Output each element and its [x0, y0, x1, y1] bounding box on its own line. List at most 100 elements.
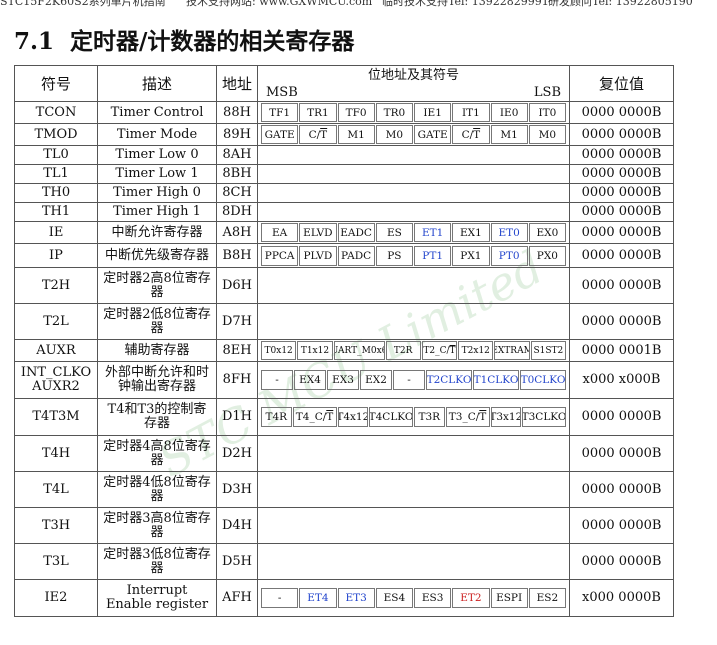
register-bits: [257, 145, 570, 165]
bit-field: T2R: [385, 341, 421, 360]
register-address: D5H: [216, 543, 258, 580]
bit-field: EX4: [294, 370, 326, 390]
table-row: TL1 Timer Low 1 8BH 0000 0000B: [14, 164, 674, 184]
bit-name: PT0: [498, 249, 520, 262]
bit-field: M1: [337, 125, 375, 144]
bit-name: EX0: [536, 226, 559, 239]
bit-field: M0: [375, 125, 413, 144]
bit-field: TR1: [299, 103, 337, 122]
bit-field: EXTRAM: [494, 341, 530, 360]
register-bits: [257, 507, 570, 544]
register-bits: - ET4 ET3 ES4 ES3 ET2 ESPI ES2: [257, 579, 570, 617]
bit-name: EX4: [299, 374, 321, 386]
register-reset-value: 0000 0000B: [569, 543, 674, 580]
register-description: 辅助寄存器: [97, 339, 217, 362]
bit-name: T0CLKO: [520, 374, 566, 386]
bit-name: ET4: [307, 592, 329, 604]
bit-field: S1ST2: [530, 341, 567, 360]
table-row: T3H 定时器3高8位寄存器 D4H 0000 0000B: [14, 507, 674, 544]
register-address: A8H: [216, 221, 258, 244]
bit-field: ET4: [299, 588, 337, 608]
bit-field-row: GATE C/T M1 M0 GATE C/T M1 M0: [259, 125, 569, 145]
bit-name: EA: [272, 226, 288, 239]
bit-field: T4_C/T: [292, 407, 337, 427]
table-row: IE2 Interrupt Enable register AFH - ET4 ET3 ES…: [14, 579, 674, 617]
bit-name: TF0: [345, 106, 367, 119]
bit-field: PS: [375, 245, 413, 266]
bit-field: T4CLKO: [369, 407, 413, 427]
bit-name: C/: [308, 128, 321, 141]
bit-field: -: [261, 588, 299, 608]
register-bits: GATE C/T M1 M0 GATE C/T M1 M0: [257, 123, 570, 146]
register-symbol: TCON: [14, 101, 98, 124]
register-reset-value: 0000 0000B: [569, 471, 674, 508]
bit-field: GATE: [414, 125, 452, 144]
bit-name: PX1: [460, 249, 482, 262]
register-reset-value: x000 x000B: [569, 361, 674, 399]
bit-field: PLVD: [299, 245, 337, 266]
bit-field: PT0: [490, 245, 528, 266]
register-address: AFH: [216, 579, 258, 617]
bit-field: ESPI: [490, 588, 528, 608]
bit-field-row: PPCA PLVD PADC PS PT1 PX1 PT0 PX0: [259, 245, 569, 267]
register-symbol: T4H: [14, 435, 98, 472]
bit-name: PS: [387, 249, 402, 262]
bit-field: ET0: [490, 223, 528, 242]
header-doc-title: STC15F2K60S2系列单片机指南: [0, 0, 166, 8]
bit-name: PPCA: [264, 249, 295, 262]
register-reset-value: 0000 0000B: [569, 267, 674, 304]
header-description: 描述: [97, 65, 217, 102]
bit-field: EX2: [360, 370, 392, 390]
bit-name: T3x12: [490, 411, 522, 423]
table-row: T2H 定时器2高8位寄存器 D6H 0000 0000B: [14, 267, 674, 304]
register-reset-value: 0000 0000B: [569, 507, 674, 544]
bit-name: IE1: [423, 106, 442, 119]
register-address: D4H: [216, 507, 258, 544]
bit-name: TR0: [383, 106, 406, 119]
register-reset-value: 0000 0000B: [569, 398, 674, 436]
register-bits: - EX4 EX3 EX2 - T2CLKO T1CLKO T0CLKO: [257, 361, 570, 399]
bit-field: TR0: [375, 103, 413, 122]
bit-name: ESPI: [496, 592, 523, 604]
bit-field-row: - EX4 EX3 EX2 - T2CLKO T1CLKO T0CLKO: [259, 363, 569, 398]
section-title: 定时器/计数器的相关寄存器: [70, 28, 355, 55]
register-address: D6H: [216, 267, 258, 304]
bit-name: -: [277, 592, 282, 604]
bit-field: C/T: [452, 125, 490, 144]
bit-field: ELVD: [299, 223, 337, 242]
register-bits: [257, 543, 570, 580]
register-symbol: TH1: [14, 202, 98, 222]
header-tech-support: 临时技术支持Tel: 13922829991: [382, 0, 549, 8]
register-description: 中断优先级寄存器: [97, 243, 217, 268]
bit-field: T2_C/T: [421, 341, 458, 360]
bit-field: GATE: [261, 125, 299, 144]
bit-field: T1x12: [297, 341, 333, 360]
bit-field: T3x12: [490, 407, 522, 427]
bit-name: T1x12: [300, 345, 330, 356]
register-symbol: T2H: [14, 267, 98, 304]
bit-name: ET1: [421, 226, 444, 239]
bit-field: PPCA: [261, 245, 299, 266]
register-address: D2H: [216, 435, 258, 472]
register-description: 中断允许寄存器: [97, 221, 217, 244]
bit-field: ES3: [414, 588, 452, 608]
bit-name: T4x12: [337, 411, 369, 423]
register-description: Timer Control: [97, 101, 217, 124]
bit-field: T3CLKO: [522, 407, 566, 427]
bit-name-overline: T: [320, 128, 328, 141]
bit-name: IT1: [461, 106, 480, 119]
bit-name: IT0: [538, 106, 557, 119]
register-description: 定时器2低8位寄存器: [97, 303, 217, 340]
register-symbol: T4L: [14, 471, 98, 508]
bit-field: ES2: [528, 588, 566, 608]
register-description: Interrupt Enable register: [97, 579, 217, 617]
bit-name: EX2: [365, 374, 387, 386]
bit-field: T2CLKO: [426, 370, 472, 390]
register-bits: [257, 183, 570, 203]
bit-name: ES4: [383, 592, 406, 604]
bit-name: TR1: [307, 106, 329, 119]
register-symbol: TL1: [14, 164, 98, 184]
register-reset-value: 0000 0000B: [569, 101, 674, 124]
bit-field: IT1: [452, 103, 490, 122]
register-bits: EA ELVD EADC ES ET1 EX1 ET0 EX0: [257, 221, 570, 244]
